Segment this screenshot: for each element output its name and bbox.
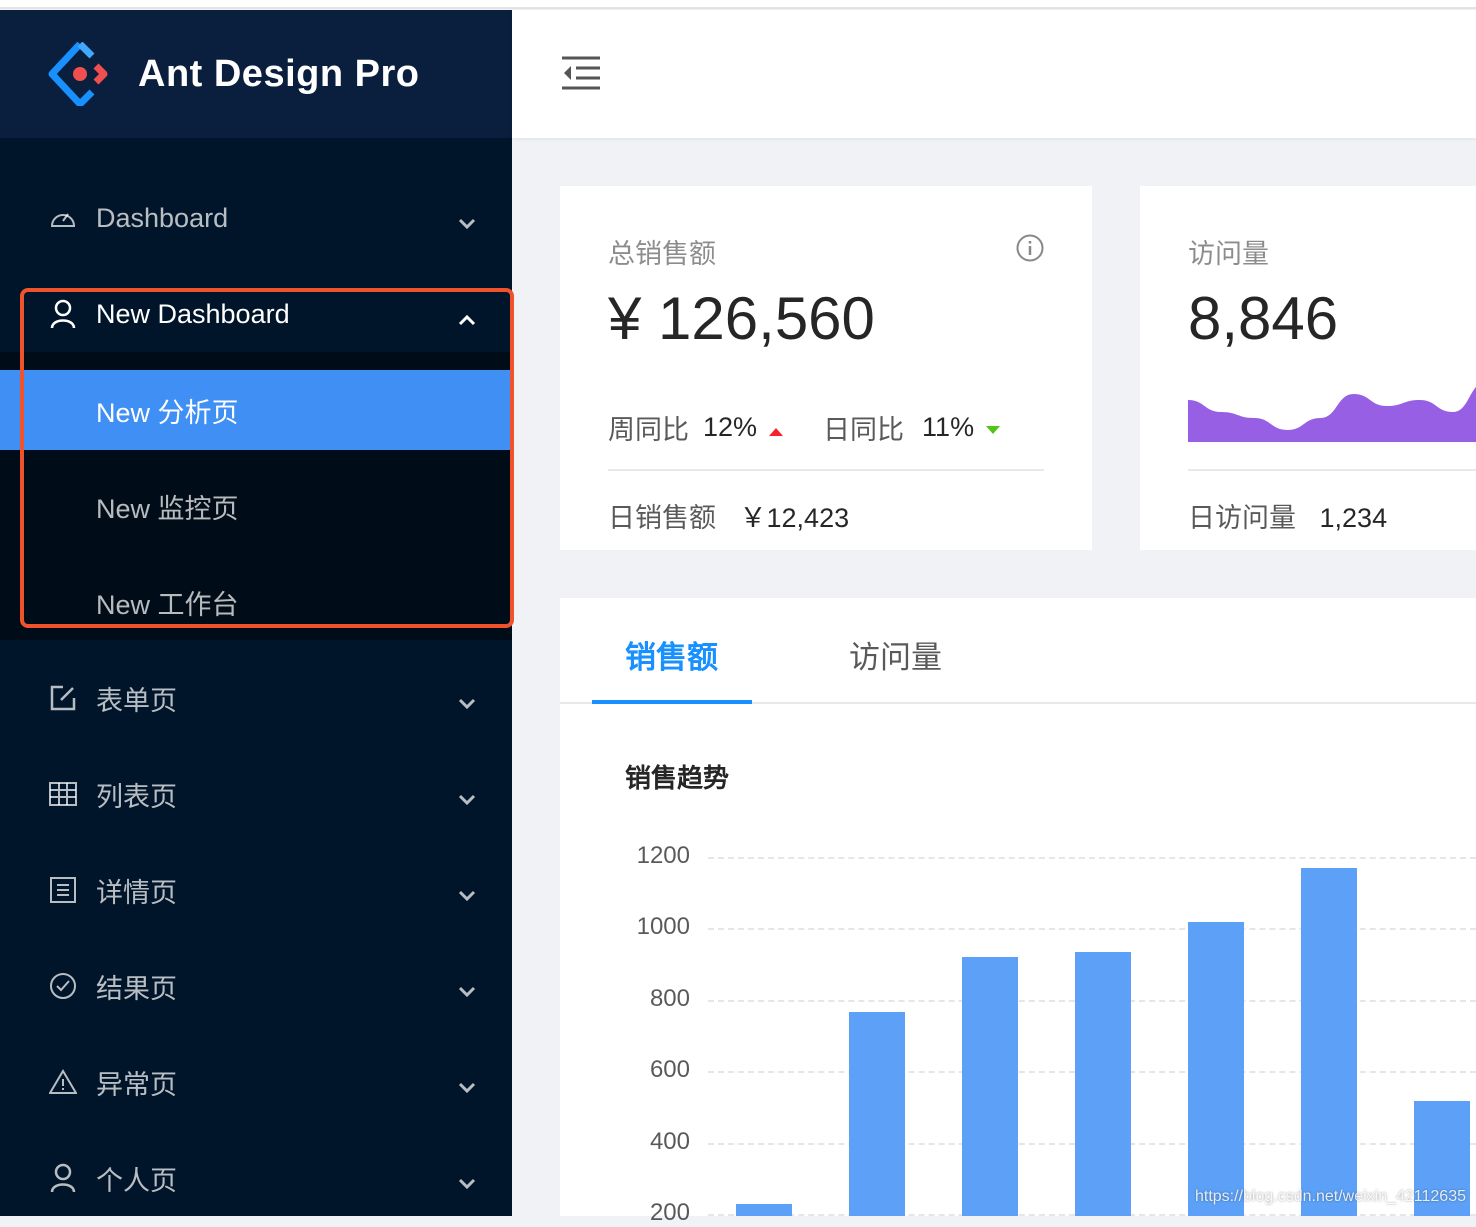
bar[interactable] [849,1012,905,1216]
total-sales-value: ¥ 126,560 [608,285,875,352]
tab-sales[interactable]: 销售额 [625,632,718,677]
visits-mini-area-chart [1188,387,1476,442]
logo[interactable]: Ant Design Pro [0,10,512,138]
info-circle-icon[interactable] [1016,234,1044,267]
sidebar-item-label: 表单页 [96,685,177,716]
bar[interactable] [1301,867,1357,1216]
chevron-down-icon [458,974,476,1005]
tab-ink-bar [592,700,752,704]
sidebar-item-result[interactable]: 结果页 [0,946,512,1026]
sidebar-subitem-monitor[interactable]: New 监控页 [0,466,512,546]
card-footer: 日销售额 ￥12,423 [608,496,849,535]
y-tick-label: 600 [649,1056,690,1083]
dod-label: 日同比 [823,415,905,445]
user-icon [48,1163,78,1193]
y-tick-label: 800 [649,984,690,1012]
sidebar-subitem-analysis[interactable]: New 分析页 [0,370,512,450]
card-footer: 日访问量 1,234 [1188,496,1387,535]
app-title: Ant Design Pro [138,52,420,95]
menu-fold-icon[interactable] [562,56,600,95]
sidebar-item-account[interactable]: 个人页 [0,1138,512,1218]
sidebar-item-label: 列表页 [96,781,177,812]
card-label: 总销售额 [608,239,716,269]
chevron-down-icon [458,878,476,909]
chevron-up-icon [458,302,476,333]
bar[interactable] [1188,921,1244,1216]
gridline [708,856,1476,859]
footer-value: ￥12,423 [739,503,850,533]
sidebar-item-label: 个人页 [96,1165,177,1196]
y-tick-label: 200 [649,1199,690,1226]
chevron-down-icon [458,686,476,717]
caret-up-icon [769,412,784,443]
y-tick-label: 400 [649,1127,690,1155]
sales-card: 总销售额 ¥ 126,560 周同比 12% 日同比 11% 日销售额 ￥12,… [560,186,1092,550]
warning-icon [48,1067,78,1097]
footer-label: 日销售额 [608,503,716,533]
table-icon [48,779,78,809]
check-circle-icon [48,971,78,1001]
chevron-down-icon [458,1070,476,1101]
sidebar-item-label: 详情页 [96,877,177,908]
dod-value: 11% [922,412,975,442]
user-icon [48,299,78,329]
tab-visits[interactable]: 访问量 [849,632,942,677]
area-series [1188,387,1476,442]
chevron-down-icon [458,206,476,237]
top-header [512,10,1476,138]
window-top-border [0,0,1476,9]
sidebar-item-label: 结果页 [96,973,177,1004]
sidebar-item-label: Dashboard [96,202,229,233]
sidebar-item-profile[interactable]: 详情页 [0,850,512,930]
sidebar-item-list[interactable]: 列表页 [0,754,512,834]
dashboard-icon [48,203,78,233]
form-icon [48,683,78,713]
bar[interactable] [1075,951,1131,1216]
y-tick-label: 1200 [636,841,690,869]
footer-value: 1,234 [1319,503,1388,533]
sidebar-subitem-workplace[interactable]: New 工作台 [0,562,512,642]
divider [608,469,1044,471]
y-tick-label: 1000 [636,913,690,940]
sidebar-item-label: New 分析页 [96,397,239,428]
visits-value: 8,846 [1188,285,1339,352]
sidebar-item-label: New 工作台 [96,589,239,620]
sidebar-item-label: 异常页 [96,1069,177,1100]
wow-value: 12% [703,412,758,442]
ant-logo-icon [48,42,108,106]
footer-label: 日访问量 [1188,503,1296,533]
wow-label: 周同比 [608,415,689,445]
sidebar-item-new-dashboard[interactable]: New Dashboard [0,274,512,354]
chevron-down-icon [458,1166,476,1197]
sidebar-item-label: New Dashboard [96,298,290,329]
sidebar-item-label: New 监控页 [96,493,239,524]
bar[interactable] [736,1203,792,1216]
caret-down-icon [986,412,1001,443]
trend-row: 周同比 12% 日同比 11% [608,408,1001,447]
chevron-down-icon [458,782,476,813]
divider [1188,469,1476,471]
card-label: 访问量 [1188,239,1269,269]
sidebar-item-exception[interactable]: 异常页 [0,1042,512,1122]
sidebar-item-form[interactable]: 表单页 [0,658,512,738]
chart-title: 销售趋势 [625,763,730,793]
bar[interactable] [962,956,1018,1216]
watermark: https://blog.csdn.net/weixin_42112635 [1194,1188,1466,1205]
sidebar-item-dashboard[interactable]: Dashboard [0,178,512,258]
visits-card: 访问量 8,846 日访问量 1,234 [1140,186,1476,550]
profile-icon [48,875,78,905]
gridline [708,928,1476,930]
